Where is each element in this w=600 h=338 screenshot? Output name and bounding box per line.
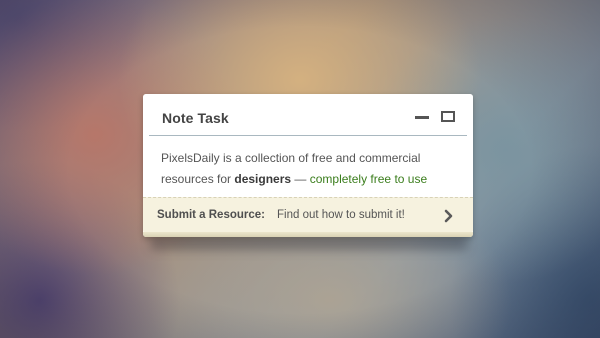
chevron-right-icon[interactable] xyxy=(443,209,455,223)
description-highlight: completely free to use xyxy=(309,172,428,186)
submit-link[interactable]: Find out how to submit it! xyxy=(277,209,405,221)
card-shadow xyxy=(150,236,468,250)
window-title: Note Task xyxy=(162,110,229,126)
description-text: PixelsDaily is a collection of free and … xyxy=(161,148,461,190)
submit-label: Submit a Resource: xyxy=(157,209,265,221)
submit-footer[interactable]: Submit a Resource: Find out how to submi… xyxy=(143,197,473,233)
note-task-window: Note Task PixelsDaily is a collection of… xyxy=(143,94,473,237)
header-divider xyxy=(149,135,467,136)
minimize-button[interactable] xyxy=(415,110,429,122)
maximize-icon xyxy=(441,111,455,122)
maximize-button[interactable] xyxy=(441,110,456,122)
description-bold: designers xyxy=(234,172,292,186)
description-dash: — xyxy=(291,172,310,186)
window-header: Note Task xyxy=(143,94,473,136)
minimize-icon xyxy=(415,116,429,119)
footer-bottom-edge xyxy=(143,232,473,237)
